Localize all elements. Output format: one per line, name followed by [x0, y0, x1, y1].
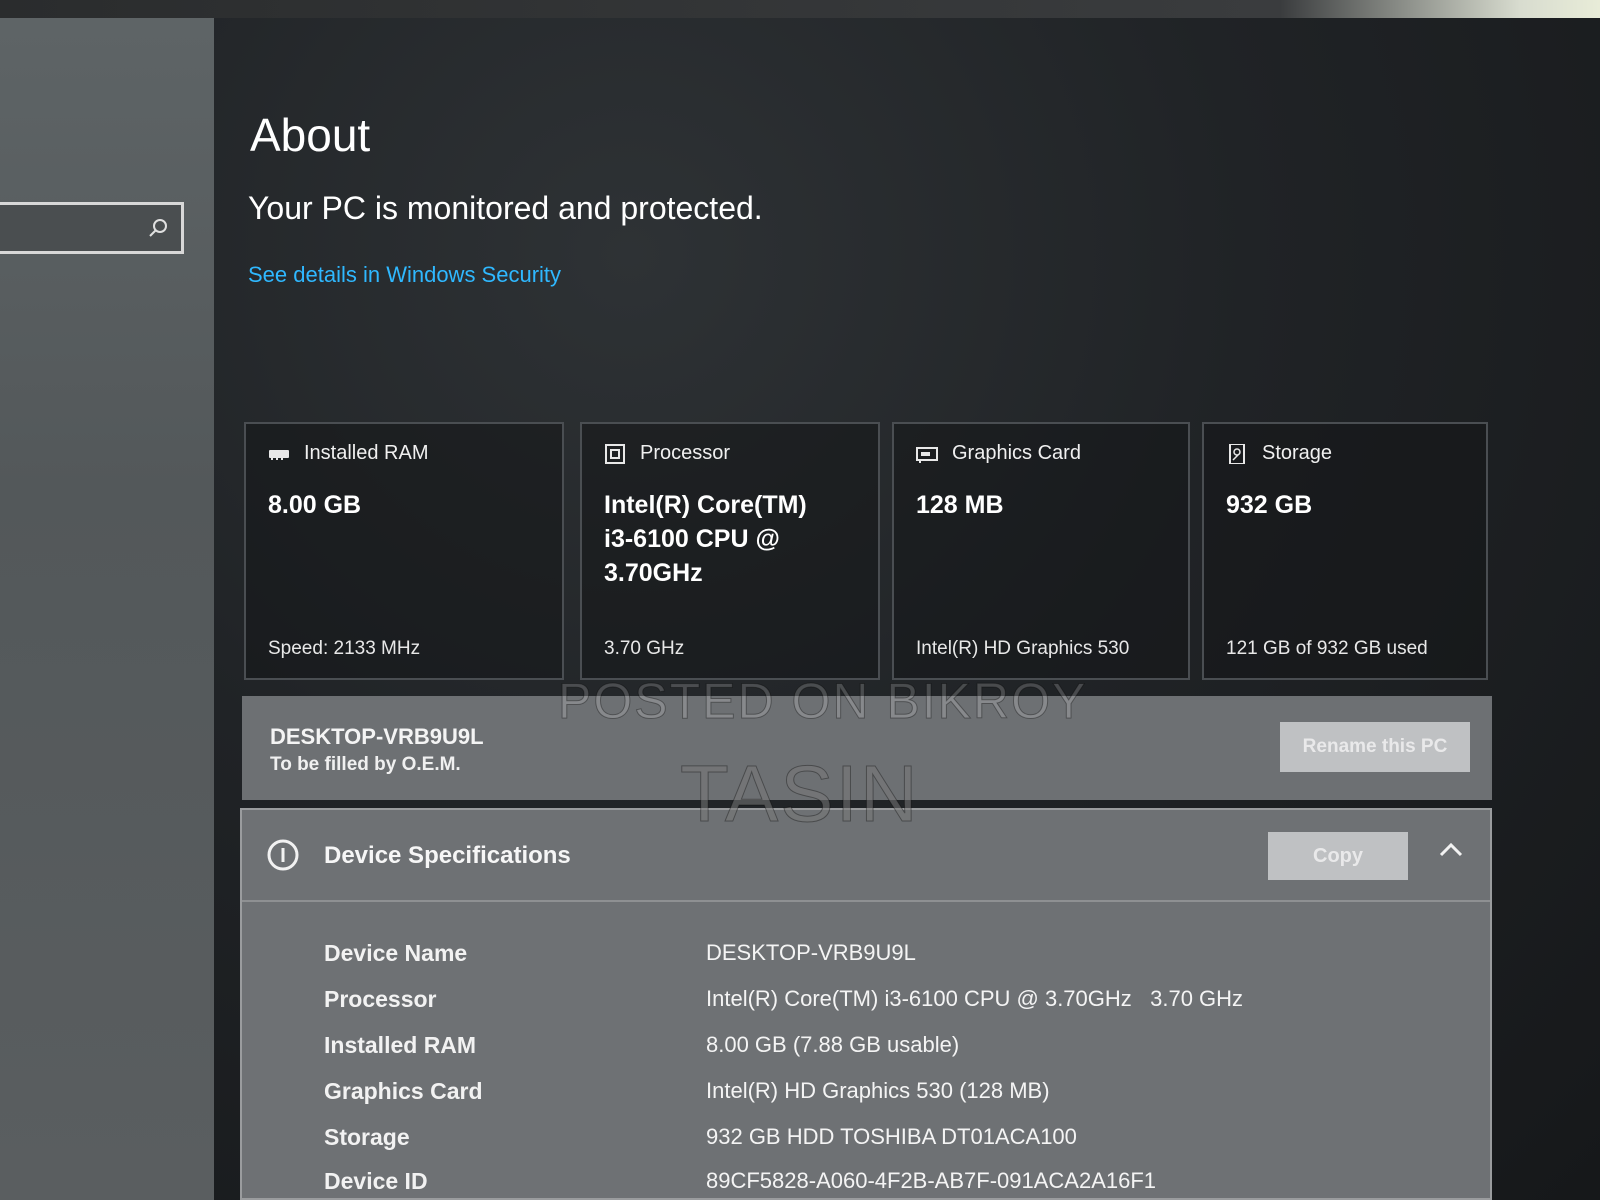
search-input[interactable] [0, 202, 184, 254]
card-label: Graphics Card [952, 442, 1081, 464]
card-subtext: Intel(R) HD Graphics 530 [916, 638, 1130, 659]
spec-value: Intel(R) HD Graphics 530 (128 MB) [706, 1078, 1050, 1103]
search-icon[interactable] [147, 217, 169, 239]
window-top-edge [0, 0, 1600, 18]
spec-row-device-id: Device ID 89CF5828-A060-4F2B-AB7F-091ACA… [324, 1168, 1464, 1200]
processor-card: Processor Intel(R) Core(TM) i3-6100 CPU … [580, 422, 880, 680]
windows-security-link[interactable]: See details in Windows Security [248, 262, 561, 288]
spec-label: Device Name [324, 940, 468, 966]
storage-card: Storage 932 GB 121 GB of 932 GB used [1202, 422, 1488, 680]
spec-row-graphics-card: Graphics Card Intel(R) HD Graphics 530 (… [324, 1078, 1464, 1118]
processor-icon [605, 443, 625, 464]
spec-label: Graphics Card [324, 1078, 483, 1104]
copy-button[interactable]: Copy [1268, 832, 1408, 880]
spec-row-processor: Processor Intel(R) Core(TM) i3-6100 CPU … [324, 986, 1464, 1026]
specs-title: Device Specifications [324, 842, 571, 869]
pc-name-bar: DESKTOP-VRB9U9L To be filled by O.E.M. R… [242, 696, 1492, 800]
card-value: Intel(R) Core(TM) i3-6100 CPU @ 3.70GHz [604, 491, 807, 587]
rename-pc-button[interactable]: Rename this PC [1280, 722, 1470, 772]
spec-label: Processor [324, 986, 437, 1012]
spec-value: DESKTOP-VRB9U9L [706, 940, 916, 965]
card-value: 8.00 GB [268, 491, 362, 519]
card-subtext: 121 GB of 932 GB used [1226, 638, 1428, 659]
spec-value: 8.00 GB (7.88 GB usable) [706, 1032, 960, 1057]
card-label: Processor [640, 442, 731, 464]
spec-label: Installed RAM [324, 1032, 477, 1058]
installed-ram-card: Installed RAM 8.00 GB Speed: 2133 MHz [244, 422, 564, 680]
protection-status: Your PC is monitored and protected. [248, 190, 763, 226]
spec-value: 89CF5828-A060-4F2B-AB7F-091ACA2A16F1 [706, 1168, 1157, 1193]
spec-row-storage: Storage 932 GB HDD TOSHIBA DT01ACA100 [324, 1124, 1464, 1164]
spec-value: Intel(R) Core(TM) i3-6100 CPU @ 3.70GHz … [706, 986, 1244, 1011]
card-label: Storage [1262, 442, 1333, 464]
graphics-card-card: Graphics Card 128 MB Intel(R) HD Graphic… [892, 422, 1190, 680]
settings-sidebar [0, 18, 214, 1200]
ram-icon [269, 449, 289, 460]
chevron-up-icon[interactable] [1438, 840, 1464, 858]
card-label: Installed RAM [304, 442, 429, 464]
graphics-card-icon [916, 446, 938, 463]
card-value: 128 MB [916, 491, 1004, 519]
page-title: About [250, 109, 371, 161]
spec-row-installed-ram: Installed RAM 8.00 GB (7.88 GB usable) [324, 1032, 1464, 1072]
pc-name: DESKTOP-VRB9U9L [270, 724, 484, 749]
card-value: 932 GB [1226, 491, 1313, 519]
storage-icon [1229, 443, 1245, 464]
spec-label: Storage [324, 1124, 410, 1150]
spec-label: Device ID [324, 1168, 428, 1194]
oem-text: To be filled by O.E.M. [270, 754, 461, 775]
card-subtext: 3.70 GHz [604, 638, 685, 659]
device-specifications-header[interactable]: Device Specifications Copy [242, 810, 1490, 902]
card-subtext: Speed: 2133 MHz [268, 638, 421, 659]
spec-value: 932 GB HDD TOSHIBA DT01ACA100 [706, 1124, 1077, 1149]
device-specifications-panel: Device Specifications Copy Device Name D… [240, 808, 1492, 1200]
spec-row-device-name: Device Name DESKTOP-VRB9U9L [324, 940, 1464, 980]
info-icon [267, 839, 299, 871]
